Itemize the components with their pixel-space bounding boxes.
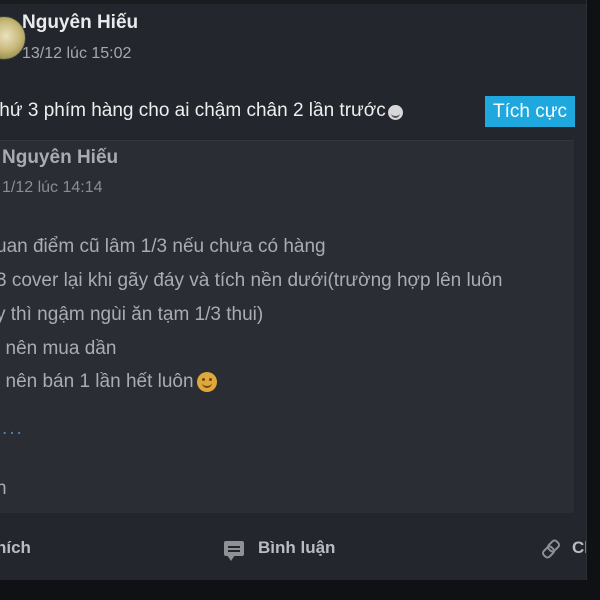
smile-emoji-icon: [196, 372, 217, 392]
like-button[interactable]: hích: [0, 538, 31, 558]
quoted-line: i nên bán 1 lần hết luôn: [0, 371, 217, 393]
quoted-line-text: 3 cover lại khi gãy đáy và tích nền dưới…: [0, 270, 503, 291]
post-card: Nguyên Hiếu 13/12 lúc 15:02 thứ 3 phím h…: [0, 0, 587, 600]
quoted-line-text: y thì ngậm ngùi ăn tạm 1/3 thui): [0, 304, 264, 325]
quoted-line: i nên mua dần: [0, 338, 116, 360]
post-text: thứ 3 phím hàng cho ai chậm chân 2 lần t…: [0, 100, 403, 122]
page-background-bottom: [0, 580, 600, 600]
comment-icon: [224, 540, 244, 561]
quoted-line-text: i nên mua dần: [0, 338, 117, 359]
laughing-emoji-icon: [387, 104, 403, 120]
comment-button[interactable]: Bình luận: [224, 538, 336, 561]
top-divider: [0, 0, 586, 4]
quoted-line: 3 cover lại khi gãy đáy và tích nền dưới…: [0, 270, 502, 292]
quoted-trailing-text: h: [0, 478, 7, 500]
post-timestamp[interactable]: 13/12 lúc 15:02: [22, 45, 131, 63]
post-text-content: thứ 3 phím hàng cho ai chậm chân 2 lần t…: [0, 100, 386, 121]
quoted-line: uan điểm cũ lâm 1/3 nếu chưa có hàng: [0, 236, 326, 258]
quoted-line-text: uan điểm cũ lâm 1/3 nếu chưa có hàng: [0, 236, 326, 257]
quoted-line-text: i nên bán 1 lần hết luôn: [0, 371, 194, 392]
sentiment-tag: Tích cực: [485, 96, 575, 127]
quoted-line: y thì ngậm ngùi ăn tạm 1/3 thui): [0, 304, 263, 326]
see-more-link[interactable]: ...: [2, 418, 24, 440]
share-button[interactable]: Ch: [542, 538, 586, 558]
post-author-name[interactable]: Nguyên Hiếu: [22, 12, 138, 34]
comment-button-label: Bình luận: [258, 538, 336, 557]
link-icon: [542, 540, 558, 556]
like-button-label: hích: [0, 538, 31, 557]
quoted-timestamp[interactable]: 1/12 lúc 14:14: [2, 179, 103, 197]
share-button-label: Ch: [572, 538, 586, 557]
quoted-author-name[interactable]: Nguyên Hiếu: [2, 147, 118, 169]
